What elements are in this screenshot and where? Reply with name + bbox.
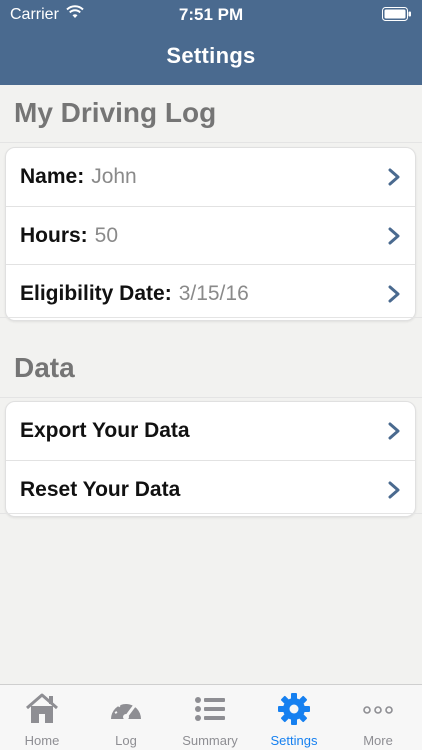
tab-log-label: Log — [115, 733, 137, 748]
name-label: Name: — [20, 165, 85, 188]
divider — [0, 317, 422, 318]
tab-bar: Home Log Summary Settings More — [0, 684, 422, 750]
reset-data-row[interactable]: Reset Your Data — [6, 460, 415, 518]
tab-log[interactable]: Log — [84, 685, 168, 750]
divider — [0, 513, 422, 514]
tab-summary[interactable]: Summary — [168, 685, 252, 750]
tab-more-label: More — [363, 733, 393, 748]
hours-row[interactable]: Hours: 50 — [6, 206, 415, 264]
tab-settings[interactable]: Settings — [252, 685, 336, 750]
eligibility-date-value: 3/15/16 — [178, 281, 249, 305]
navigation-bar: Carrier 7:51 PM Settings — [0, 0, 422, 85]
chevron-right-icon — [388, 285, 400, 303]
tab-summary-label: Summary — [182, 733, 238, 748]
name-row[interactable]: Name: John — [6, 148, 415, 206]
chevron-right-icon — [388, 481, 400, 499]
export-data-row[interactable]: Export Your Data — [6, 402, 415, 460]
tab-more[interactable]: More — [336, 685, 420, 750]
clock: 7:51 PM — [178, 5, 244, 24]
more-icon — [363, 706, 393, 714]
tab-home-label: Home — [24, 733, 60, 748]
eligibility-date-label: Eligibility Date: — [20, 281, 172, 305]
hours-value: 50 — [94, 223, 119, 247]
driving-log-card: Name: John Hours: 50 Eligibility Date: 3… — [5, 147, 416, 321]
reset-data-label: Reset Your Data — [20, 477, 181, 501]
settings-content: My Driving Log Name: John Hours: 50 Elig… — [0, 85, 422, 685]
gauge-icon — [111, 701, 141, 720]
home-icon — [26, 693, 58, 723]
divider — [0, 142, 422, 143]
chevron-right-icon — [388, 227, 400, 245]
data-card: Export Your Data Reset Your Data — [5, 401, 416, 517]
eligibility-date-row[interactable]: Eligibility Date: 3/15/16 — [6, 264, 415, 322]
chevron-right-icon — [388, 422, 400, 440]
status-bar: Carrier 7:51 PM — [0, 0, 422, 30]
gear-icon — [278, 693, 310, 725]
battery-icon — [382, 7, 411, 21]
tab-home[interactable]: Home — [0, 685, 84, 750]
export-data-label: Export Your Data — [20, 419, 190, 442]
divider — [0, 397, 422, 398]
page-title: Settings — [166, 43, 256, 68]
section-title-data: Data — [14, 352, 75, 383]
chevron-right-icon — [388, 168, 400, 186]
hours-label: Hours: — [20, 223, 88, 247]
name-value: John — [91, 165, 137, 188]
section-title-driving-log: My Driving Log — [14, 97, 217, 128]
list-icon — [195, 697, 225, 721]
tab-settings-label: Settings — [270, 733, 318, 748]
